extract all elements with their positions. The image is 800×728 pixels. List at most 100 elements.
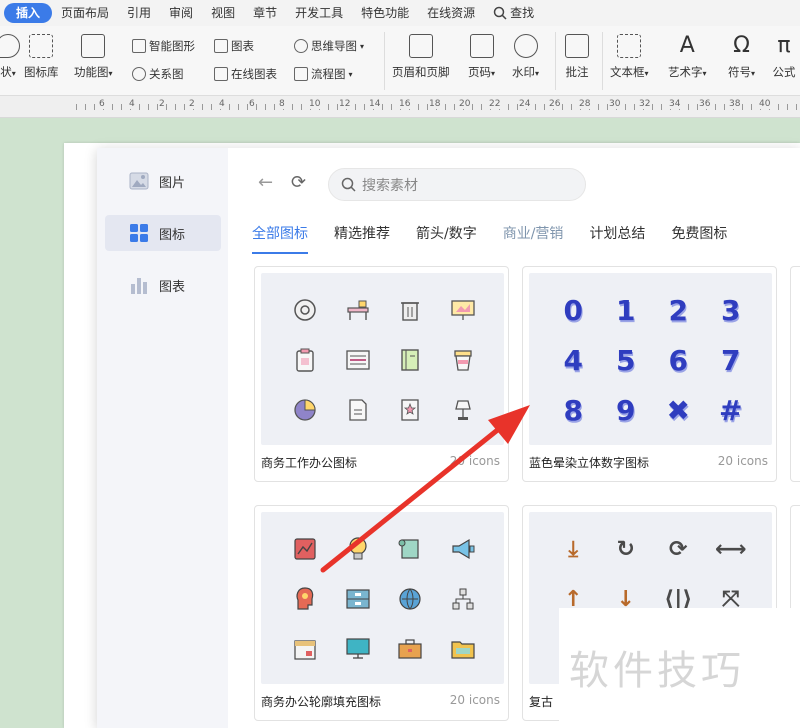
comment-label: 批注 xyxy=(565,65,589,79)
menu-page-layout[interactable]: 页面布局 xyxy=(52,3,118,23)
sidebar-item-label: 图表 xyxy=(159,279,186,295)
symbol-button[interactable]: Ω 符号▾ xyxy=(728,34,755,80)
back-arrow-icon[interactable]: ← xyxy=(258,172,273,193)
tab-arrows-numbers[interactable]: 箭头/数字 xyxy=(416,223,477,254)
symbol-label: 符号 xyxy=(728,65,751,79)
sidebar-item-pictures[interactable]: 图片 xyxy=(105,163,221,199)
page-number-button[interactable]: 页码▾ xyxy=(468,34,495,80)
relation-chart-label: 关系图 xyxy=(149,67,184,81)
smart-art-button[interactable]: 智能图形 xyxy=(132,38,195,54)
preview-icon-grid xyxy=(279,532,489,666)
menu-references[interactable]: 引用 xyxy=(118,3,160,23)
tab-all-icons[interactable]: 全部图标 xyxy=(252,223,308,254)
wordart-label: 艺术字 xyxy=(668,65,703,79)
menu-insert[interactable]: 插入 xyxy=(4,3,53,23)
search-input[interactable]: 搜索素材 xyxy=(328,168,586,201)
digit-glyph: 4 xyxy=(563,343,583,377)
ruler-number: 16 xyxy=(398,99,412,109)
relation-chart-button[interactable]: 关系图 xyxy=(132,66,184,82)
sidebar-item-icons[interactable]: 图标 xyxy=(105,215,221,251)
icon-pack-card[interactable]: 商务工作办公图标 20 icons xyxy=(254,266,509,482)
icon-pack-card[interactable]: 0 1 2 3 4 5 6 7 8 9 ✖ # 蓝色晕染立体数字图标 20 icons xyxy=(522,266,777,482)
monitor-icon xyxy=(346,638,370,659)
formula-button[interactable]: π 公式 xyxy=(772,34,796,80)
online-chart-label: 在线图表 xyxy=(231,67,277,81)
menu-review[interactable]: 审阅 xyxy=(160,3,202,23)
tab-featured[interactable]: 精选推荐 xyxy=(334,223,390,254)
watermark-icon xyxy=(513,34,538,58)
tab-business-marketing[interactable]: 商业/营销 xyxy=(503,223,564,254)
icon-pack-count: 20 icons xyxy=(449,693,500,707)
network-icon xyxy=(452,588,474,610)
shape-button[interactable]: 状▾ xyxy=(0,34,20,80)
menu-bar: 插入 页面布局 引用 审阅 视图 章节 开发工具 特色功能 在线资源 查找 xyxy=(0,0,800,26)
wordart-icon: A xyxy=(679,33,695,58)
icon-grid-icon xyxy=(130,224,148,242)
comment-button[interactable]: 批注 xyxy=(565,34,589,80)
digit-icon: 5 xyxy=(600,343,653,377)
coffee-cup-icon xyxy=(454,350,472,371)
header-footer-button[interactable]: 页眉和页脚 xyxy=(392,34,450,80)
function-chart-label: 功能图 xyxy=(74,65,109,79)
flowchart-button[interactable]: 流程图 ▾ xyxy=(294,66,353,82)
refresh-icon[interactable]: ⟳ xyxy=(291,172,306,193)
category-tabs: 全部图标 精选推荐 箭头/数字 商业/营销 计划总结 免费图标 xyxy=(252,223,753,254)
digit-glyph: 8 xyxy=(563,393,583,427)
menu-section[interactable]: 章节 xyxy=(244,3,286,23)
digit-glyph: 1 xyxy=(616,293,636,327)
chart-button[interactable]: 图表 xyxy=(214,38,254,54)
wordart-button[interactable]: A 艺术字▾ xyxy=(668,34,707,80)
horizontal-ruler[interactable]: 6 4 2 2 4 6 8 10 12 14 16 18 20 22 24 26 28 30 32 34 36 38 40 xyxy=(0,96,800,118)
menu-find[interactable]: 查找 xyxy=(484,3,543,23)
sidebar-item-charts[interactable]: 图表 xyxy=(105,267,221,303)
icon-pack-card[interactable] xyxy=(790,266,800,482)
ruler-number: 32 xyxy=(638,99,652,109)
mind-map-icon xyxy=(294,39,308,53)
head-idea-icon xyxy=(296,587,314,610)
ruler-number: 4 xyxy=(128,99,136,109)
digit-glyph: 7 xyxy=(721,343,741,377)
ruler-number: 34 xyxy=(668,99,682,109)
menu-developer[interactable]: 开发工具 xyxy=(286,3,352,23)
omega-icon: Ω xyxy=(733,33,750,58)
formula-label: 公式 xyxy=(772,65,796,79)
digit-glyph: 3 xyxy=(721,293,741,327)
menu-online-resources[interactable]: 在线资源 xyxy=(418,3,484,23)
ruler-number: 36 xyxy=(698,99,712,109)
digit-icon: 3 xyxy=(705,293,758,327)
icon-library-button[interactable]: 图标库 xyxy=(24,34,59,80)
function-chart-icon xyxy=(81,34,106,58)
ruler-number: 10 xyxy=(308,99,322,109)
drawer-icon xyxy=(346,589,370,609)
trash-icon xyxy=(401,302,420,321)
arrow-symbol-glyph: ⤓ xyxy=(568,536,579,562)
arrow-symbol-icon: ⟳ xyxy=(652,532,705,566)
menu-view[interactable]: 视图 xyxy=(202,3,244,23)
sidebar-item-label: 图标 xyxy=(159,227,186,243)
digit-icon: 4 xyxy=(547,343,600,377)
disc-icon xyxy=(294,299,316,321)
digit-glyph: # xyxy=(719,393,743,427)
preview-icon-grid: ⤓ ↻ ⟳ ⟷ ↑ ↓ ⟨|⟩ ⤧ xyxy=(547,532,757,616)
online-chart-button[interactable]: 在线图表 xyxy=(214,66,277,82)
icon-pack-card[interactable]: 商务办公轮廓填充图标 20 icons xyxy=(254,505,509,721)
menu-features[interactable]: 特色功能 xyxy=(352,3,418,23)
ruler-number: 12 xyxy=(338,99,352,109)
certificate-icon xyxy=(401,399,419,421)
mind-map-button[interactable]: 思维导图 ▾ xyxy=(294,38,364,54)
textbox-label: 文本框 xyxy=(610,65,645,79)
watermark-text: 软件技巧 xyxy=(569,648,745,694)
ruler-number: 4 xyxy=(218,99,226,109)
watermark-button[interactable]: 水印▾ xyxy=(512,34,539,80)
textbox-button[interactable]: 文本框▾ xyxy=(610,34,649,80)
ruler-number: 38 xyxy=(728,99,742,109)
tab-free-icons[interactable]: 免费图标 xyxy=(671,223,727,254)
smart-art-label: 智能图形 xyxy=(149,39,195,53)
icon-pack-title: 复古 xyxy=(529,695,554,709)
ruler-number: 22 xyxy=(488,99,502,109)
digit-glyph: 6 xyxy=(668,343,688,377)
function-chart-button[interactable]: 功能图▾ xyxy=(74,34,113,80)
tab-plan-summary[interactable]: 计划总结 xyxy=(589,223,645,254)
ruler-number: 30 xyxy=(608,99,622,109)
ribbon-toolbar: 状▾ 图标库 功能图▾ 智能图形 图表 思维导图 ▾ 关系图 在线图表 流程图 ▾ … xyxy=(0,26,800,96)
